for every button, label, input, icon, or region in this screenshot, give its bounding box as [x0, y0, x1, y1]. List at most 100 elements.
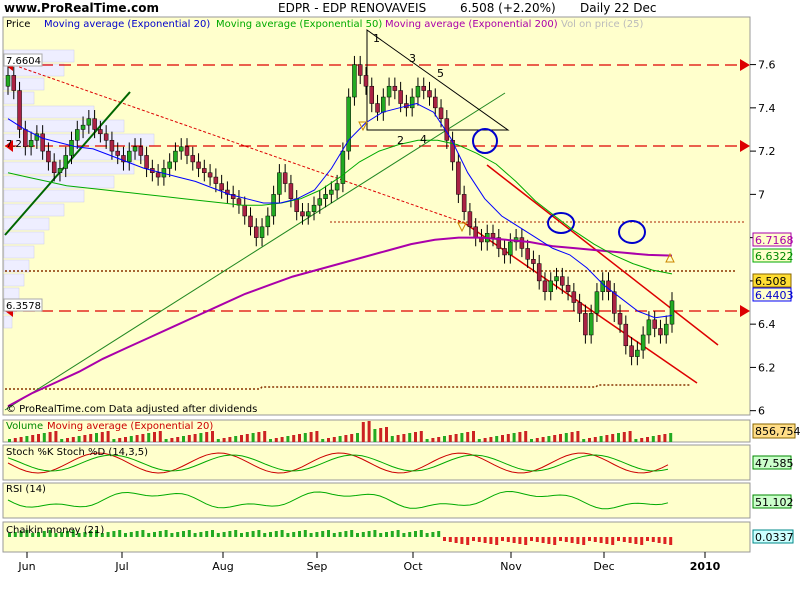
chaikin-bar [361, 532, 365, 537]
volume-bar [303, 433, 307, 442]
volume-profile-bar [3, 175, 115, 189]
candle-body [560, 276, 565, 286]
y-tick-label: 7 [758, 188, 765, 201]
y-tick-label: 6 [758, 405, 765, 418]
volume-bar [100, 432, 104, 442]
chaikin-bar [425, 533, 429, 537]
volume-bar [170, 438, 174, 442]
volume-bar [344, 435, 348, 442]
chaikin-bar [240, 533, 243, 537]
chaikin-bar [617, 537, 620, 541]
candle-body [300, 211, 305, 217]
left-label-72: 7.2 [6, 139, 22, 150]
chaikin-bar [466, 537, 470, 545]
chaikin-bar [158, 531, 162, 537]
chaikin-bar [135, 531, 139, 537]
chaikin-bar [338, 532, 342, 537]
volume-bar [419, 431, 423, 442]
volume-bar [31, 435, 35, 442]
candle-body [248, 215, 253, 228]
chaikin-bar [419, 530, 423, 537]
volume-bar [269, 439, 272, 442]
wave-label-5: 5 [437, 67, 444, 80]
chaikin-bar [118, 530, 122, 537]
volume-bar [228, 437, 232, 442]
volume-bar [129, 436, 133, 442]
volume-bar [199, 433, 203, 442]
candle-body [167, 161, 172, 169]
chaikin-bar [373, 530, 377, 537]
candle-body [456, 161, 461, 195]
y-tick-label: 6.4 [758, 318, 776, 331]
x-tick-label: Dec [593, 560, 614, 573]
volume-bar [193, 434, 197, 442]
wave-label-4: 4 [420, 133, 427, 146]
chaikin-bar [153, 532, 156, 537]
candle-body [305, 211, 311, 217]
volume-bar [640, 438, 644, 442]
tag-ema50: 6.6322 [755, 250, 794, 263]
candle-body [502, 248, 507, 256]
wave-label-2: 2 [397, 134, 404, 147]
chaikin-bar [129, 532, 133, 537]
volume-bar [274, 438, 278, 442]
volume-bar [361, 422, 365, 442]
candle-body [438, 107, 444, 119]
candle-body [554, 276, 559, 282]
volume-bar [141, 434, 145, 442]
candle-body [594, 291, 600, 314]
candle-body [617, 313, 623, 325]
site-name[interactable]: www.ProRealTime.com [4, 1, 159, 15]
chaikin-bar [251, 531, 255, 537]
candle-body [531, 259, 536, 264]
volume-bar [176, 437, 180, 442]
chaikin-bar [274, 531, 278, 537]
chaikin-value: 0.0337 [755, 531, 794, 544]
candle-body [381, 96, 386, 113]
volume-bar [657, 435, 661, 442]
legend-ema20: Moving average (Exponential 20) [44, 19, 210, 30]
volume-bar [135, 435, 139, 442]
volume-bar [506, 434, 510, 442]
candle-body [17, 90, 22, 130]
candle-body [652, 319, 657, 329]
chaikin-bar [280, 530, 284, 537]
chaikin-bar [390, 531, 394, 537]
chaikin-bar [408, 532, 412, 537]
chaikin-bar [222, 532, 226, 537]
chaikin-bar [489, 537, 493, 544]
volume-bar [13, 438, 17, 442]
y-tick-label: 6.2 [758, 361, 776, 374]
candle-body [588, 313, 594, 336]
candle-body [277, 172, 282, 195]
chaikin-bar [611, 537, 615, 545]
candle-body [542, 280, 548, 292]
candle-body [219, 183, 224, 191]
chaikin-bar [332, 533, 336, 537]
volume-bar [443, 436, 446, 442]
volume-bar [245, 434, 249, 442]
chaikin-bar [356, 533, 359, 537]
chaikin-bar [501, 537, 504, 541]
volume-bar [158, 431, 162, 442]
volume-bar [408, 433, 412, 442]
candle-body [490, 233, 496, 238]
volume-bar [147, 433, 151, 442]
chaikin-bar [454, 537, 458, 543]
candle-body [623, 323, 629, 347]
volume-bar [373, 429, 377, 442]
volume-bar [37, 434, 40, 442]
chaikin-bar [646, 537, 649, 541]
volume-profile-bar [3, 231, 45, 245]
volume-bar [663, 434, 667, 442]
candle-body [386, 85, 392, 98]
chaikin-bar [669, 537, 673, 545]
volume-bar [48, 432, 52, 442]
volume-bar [112, 439, 116, 442]
volume-bar [327, 438, 330, 442]
chaikin-bar [599, 537, 603, 543]
y-tick-label: 7.6 [758, 59, 776, 72]
chaikin-bar [651, 537, 655, 542]
volume-bar [54, 431, 58, 442]
volume-bar [42, 433, 46, 442]
